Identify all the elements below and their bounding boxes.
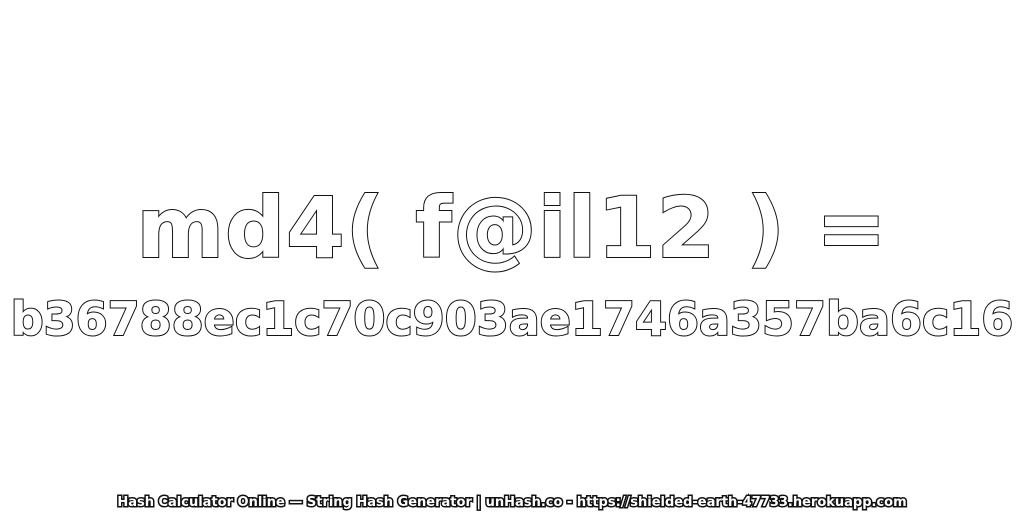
hash-image-canvas: md4( f@il12 ) = b36788ec1c70c903ae1746a3… bbox=[0, 0, 1024, 512]
hash-expression: md4( f@il12 ) = bbox=[135, 179, 888, 277]
footer-credit: Hash Calculator Online — String Hash Gen… bbox=[116, 495, 908, 511]
hash-value: b36788ec1c70c903ae1746a357ba6c16 bbox=[10, 292, 1015, 346]
